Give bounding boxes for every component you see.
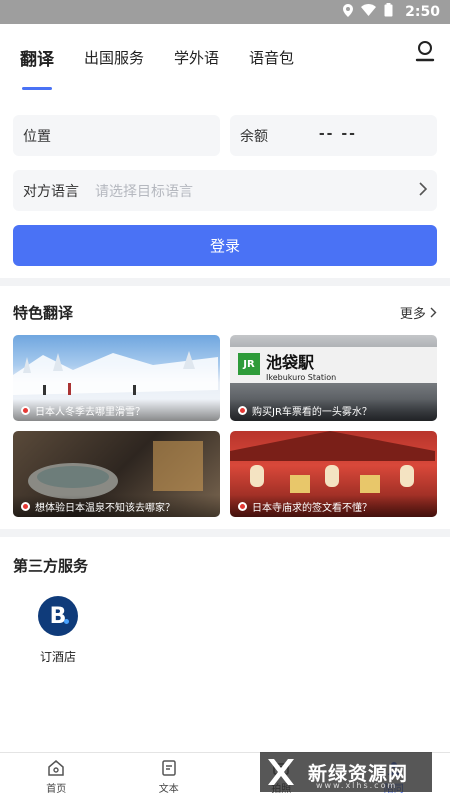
top-tab-bar: 翻译 出国服务 学外语 语音包 [0, 24, 450, 90]
card-caption: 日本人冬季去哪里滑雪？ [13, 399, 220, 421]
tab-translate[interactable]: 翻译 [20, 39, 54, 90]
wifi-icon [361, 4, 377, 20]
battery-icon [384, 3, 393, 21]
watermark-logo-icon [268, 759, 294, 785]
third-party-section: 第三方服务 B 订酒店 [0, 537, 450, 777]
more-link[interactable]: 更多 [400, 303, 437, 322]
service-label: 订酒店 [39, 650, 76, 664]
card-caption: 想体验日本温泉不知该去哪家？ [13, 495, 220, 517]
location-icon [343, 3, 354, 21]
location-label: 位置 [23, 128, 51, 145]
home-icon [48, 759, 64, 776]
card-caption-text: 日本寺庙求的签文看不懂？ [252, 502, 372, 514]
balance-value: -- -- [318, 125, 357, 142]
record-dot-icon [238, 501, 247, 511]
target-language-label: 对方语言 [23, 183, 79, 200]
bottom-nav-home[interactable]: 首页 [0, 753, 113, 800]
balance-field: 余额 -- -- [230, 115, 437, 156]
login-button[interactable]: 登录 [13, 225, 437, 266]
watermark: 新绿资源网 www.xlhs.com [260, 752, 432, 792]
tab-overseas-service[interactable]: 出国服务 [84, 41, 144, 74]
more-label: 更多 [399, 307, 426, 322]
record-dot-icon [21, 501, 30, 511]
status-time: 2:50 [405, 4, 440, 20]
featured-translation-section: 特色翻译 更多 日本人冬季去哪里滑雪？ JR 池袋駅 Ikebukuro Sta… [0, 286, 450, 529]
booking-logo-letter: B [49, 603, 67, 629]
target-language-placeholder: 请选择目标语言 [95, 183, 193, 200]
record-dot-icon [21, 405, 30, 415]
user-profile-icon[interactable] [414, 40, 436, 64]
target-language-select[interactable]: 对方语言 请选择目标语言 [13, 170, 437, 211]
section-title: 第三方服务 [13, 557, 89, 575]
bottom-nav-label: 文本 [158, 783, 179, 795]
featured-card-jr-ticket[interactable]: JR 池袋駅 Ikebukuro Station 购买JR车票看的一头雾水？ [230, 335, 437, 421]
hotel-booking-service[interactable]: B 订酒店 [28, 596, 88, 665]
featured-card-temple[interactable]: 日本寺庙求的签文看不懂？ [230, 431, 437, 517]
chevron-right-icon [430, 307, 437, 322]
bottom-nav-text[interactable]: 文本 [113, 753, 226, 800]
featured-card-onsen[interactable]: 想体验日本温泉不知该去哪家？ [13, 431, 220, 517]
translate-form: 位置 余额 -- -- 对方语言 请选择目标语言 登录 [0, 90, 450, 278]
card-caption-text: 购买JR车票看的一头雾水？ [252, 406, 372, 418]
station-sign: JR 池袋駅 Ikebukuro Station [230, 347, 437, 383]
featured-card-ski[interactable]: 日本人冬季去哪里滑雪？ [13, 335, 220, 421]
location-field[interactable]: 位置 [13, 115, 220, 156]
station-name: 池袋駅 [266, 352, 315, 372]
bottom-nav-label: 首页 [46, 783, 67, 795]
watermark-url: www.xlhs.com [316, 781, 398, 790]
balance-label: 余额 [240, 128, 268, 145]
document-icon [162, 759, 176, 776]
chevron-right-icon [419, 181, 428, 200]
card-caption: 日本寺庙求的签文看不懂？ [230, 495, 437, 517]
record-dot-icon [238, 405, 247, 415]
status-bar: 2:50 [0, 0, 450, 24]
tab-learn-language[interactable]: 学外语 [174, 41, 219, 74]
card-caption: 购买JR车票看的一头雾水？ [230, 399, 437, 421]
jr-logo: JR [238, 353, 260, 375]
card-caption-text: 日本人冬季去哪里滑雪？ [35, 406, 145, 418]
section-title: 特色翻译 [13, 304, 74, 322]
card-caption-text: 想体验日本温泉不知该去哪家？ [35, 502, 175, 514]
station-name-en: Ikebukuro Station [266, 372, 337, 382]
tab-voice-pack[interactable]: 语音包 [249, 41, 294, 74]
booking-logo-icon: B [38, 596, 78, 636]
